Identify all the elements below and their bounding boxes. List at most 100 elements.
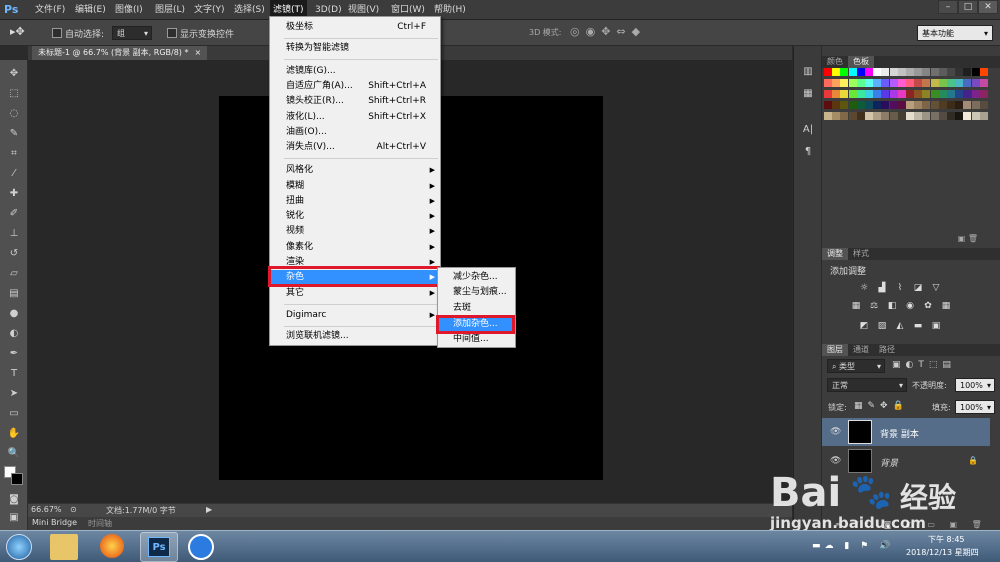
color-swatch[interactable] xyxy=(922,112,931,120)
invert-adjustment-icon[interactable]: ◩ xyxy=(858,320,870,332)
menu-type[interactable]: 文字(Y) xyxy=(191,0,228,20)
color-swatch[interactable] xyxy=(832,90,841,98)
crop-tool-icon[interactable]: ⌗ xyxy=(6,146,22,162)
menu-item-oil-paint[interactable]: 油画(O)... xyxy=(270,125,440,140)
close-button[interactable]: ✕ xyxy=(978,0,998,14)
pen-tool-icon[interactable]: ✒ xyxy=(6,346,22,362)
color-swatch[interactable] xyxy=(897,101,906,109)
channel-mixer-adjustment-icon[interactable]: ✿ xyxy=(922,300,934,312)
color-swatch[interactable] xyxy=(971,90,980,98)
menu-item-filter-gallery[interactable]: 滤镜库(G)... xyxy=(270,64,440,79)
color-swatch[interactable] xyxy=(955,90,964,98)
color-swatch[interactable] xyxy=(963,68,972,76)
menu-item-digimarc[interactable]: Digimarc ▶ xyxy=(270,308,440,323)
tab-color[interactable]: 颜色 xyxy=(822,56,848,68)
color-swatch[interactable] xyxy=(906,112,914,120)
tab-layers[interactable]: 图层 xyxy=(822,344,848,356)
layer-filter-icons[interactable]: ▣◐T⬚▤ xyxy=(892,360,956,370)
path-select-tool-icon[interactable]: ➤ xyxy=(6,386,22,402)
color-swatch[interactable] xyxy=(914,112,923,120)
maximize-button[interactable]: □ xyxy=(958,0,978,14)
gradient-map-adjustment-icon[interactable]: ▬ xyxy=(912,320,924,332)
gradient-tool-icon[interactable]: ▤ xyxy=(6,286,22,302)
menu-select[interactable]: 选择(S) xyxy=(231,0,268,20)
color-balance-adjustment-icon[interactable]: ⚖ xyxy=(868,300,880,312)
color-swatch[interactable] xyxy=(922,68,931,76)
blur-tool-icon[interactable]: ● xyxy=(6,306,22,322)
move-tool-icon[interactable]: ✥ xyxy=(6,66,22,82)
color-swatch[interactable] xyxy=(963,79,972,87)
color-swatch[interactable] xyxy=(832,68,841,76)
swatches-grid[interactable] xyxy=(824,68,988,130)
color-swatch[interactable] xyxy=(897,112,906,120)
marquee-tool-icon[interactable]: ⬚ xyxy=(6,86,22,102)
color-swatch[interactable] xyxy=(873,79,882,87)
clock-date[interactable]: 2018/12/13 星期四 xyxy=(906,547,979,558)
color-swatch[interactable] xyxy=(865,101,873,109)
color-swatch[interactable] xyxy=(873,112,882,120)
color-swatch[interactable] xyxy=(865,68,873,76)
color-swatch[interactable] xyxy=(897,68,906,76)
sogou-icon[interactable] xyxy=(188,534,214,560)
brush-tool-icon[interactable]: ✐ xyxy=(6,206,22,222)
color-swatch[interactable] xyxy=(906,79,914,87)
menu-item-adaptive-wide-angle[interactable]: 自适应广角(A)... Shift+Ctrl+A xyxy=(270,79,440,94)
background-color-swatch[interactable] xyxy=(11,473,23,485)
color-swatch[interactable] xyxy=(856,79,865,87)
color-swatch[interactable] xyxy=(955,101,964,109)
color-swatch[interactable] xyxy=(930,112,939,120)
lock-icons[interactable]: ▦✎✥🔒 xyxy=(854,401,909,411)
menu-item-other[interactable]: 其它 ▶ xyxy=(270,286,440,301)
color-swatch[interactable] xyxy=(979,112,988,120)
color-swatch[interactable] xyxy=(914,68,923,76)
color-swatch[interactable] xyxy=(840,90,849,98)
color-swatch[interactable] xyxy=(955,112,964,120)
quick-select-tool-icon[interactable]: ✎ xyxy=(6,126,22,142)
start-button-icon[interactable] xyxy=(6,534,32,560)
fill-field[interactable]: 100% ▾ xyxy=(955,400,995,414)
menu-file[interactable]: 文件(F) xyxy=(32,0,68,20)
color-swatch[interactable] xyxy=(865,79,873,87)
color-swatch[interactable] xyxy=(848,68,857,76)
curves-adjustment-icon[interactable]: ⌇ xyxy=(894,282,906,294)
taskbar-photoshop-button[interactable]: Ps xyxy=(140,532,178,562)
color-swatch[interactable] xyxy=(963,112,972,120)
visibility-eye-icon[interactable]: 👁 xyxy=(830,456,841,466)
color-swatch[interactable] xyxy=(906,101,914,109)
color-swatch[interactable] xyxy=(971,79,980,87)
color-swatch[interactable] xyxy=(856,90,865,98)
threshold-adjustment-icon[interactable]: ◭ xyxy=(894,320,906,332)
zoom-tool-icon[interactable]: 🔍 xyxy=(6,446,22,462)
hand-tool-icon[interactable]: ✋ xyxy=(6,426,22,442)
color-swatch[interactable] xyxy=(897,90,906,98)
color-swatch[interactable] xyxy=(873,101,882,109)
color-lookup-adjustment-icon[interactable]: ▦ xyxy=(940,300,952,312)
document-tab[interactable]: 未标题-1 @ 66.7% (背景 副本, RGB/8) * × xyxy=(32,46,208,60)
black-white-adjustment-icon[interactable]: ◧ xyxy=(886,300,898,312)
exposure-adjustment-icon[interactable]: ◪ xyxy=(912,282,924,294)
lasso-tool-icon[interactable]: ◌ xyxy=(6,106,22,122)
color-swatch[interactable] xyxy=(906,90,914,98)
menu-item-pixelate[interactable]: 像素化 ▶ xyxy=(270,240,440,255)
color-swatch[interactable] xyxy=(914,90,923,98)
type-tool-icon[interactable]: T xyxy=(6,366,22,382)
color-swatch[interactable] xyxy=(824,68,832,76)
color-swatch[interactable] xyxy=(930,101,939,109)
healing-brush-tool-icon[interactable]: ✚ xyxy=(6,186,22,202)
menu-item-median[interactable]: 中间值... xyxy=(438,332,515,347)
color-swatch[interactable] xyxy=(848,112,857,120)
color-swatch[interactable] xyxy=(840,79,849,87)
color-swatch[interactable] xyxy=(889,112,898,120)
color-swatch[interactable] xyxy=(881,79,890,87)
color-swatch[interactable] xyxy=(938,90,947,98)
color-swatch[interactable] xyxy=(930,90,939,98)
menu-item-polar-coordinates[interactable]: 极坐标 Ctrl+F xyxy=(270,20,440,35)
eraser-tool-icon[interactable]: ▱ xyxy=(6,266,22,282)
move-tool-icon[interactable]: ▸✥ xyxy=(10,25,36,41)
minimize-button[interactable]: – xyxy=(938,0,958,14)
color-swatch[interactable] xyxy=(889,68,898,76)
color-swatch[interactable] xyxy=(840,68,849,76)
color-swatch[interactable] xyxy=(848,101,857,109)
color-swatch[interactable] xyxy=(930,68,939,76)
color-swatch[interactable] xyxy=(840,101,849,109)
